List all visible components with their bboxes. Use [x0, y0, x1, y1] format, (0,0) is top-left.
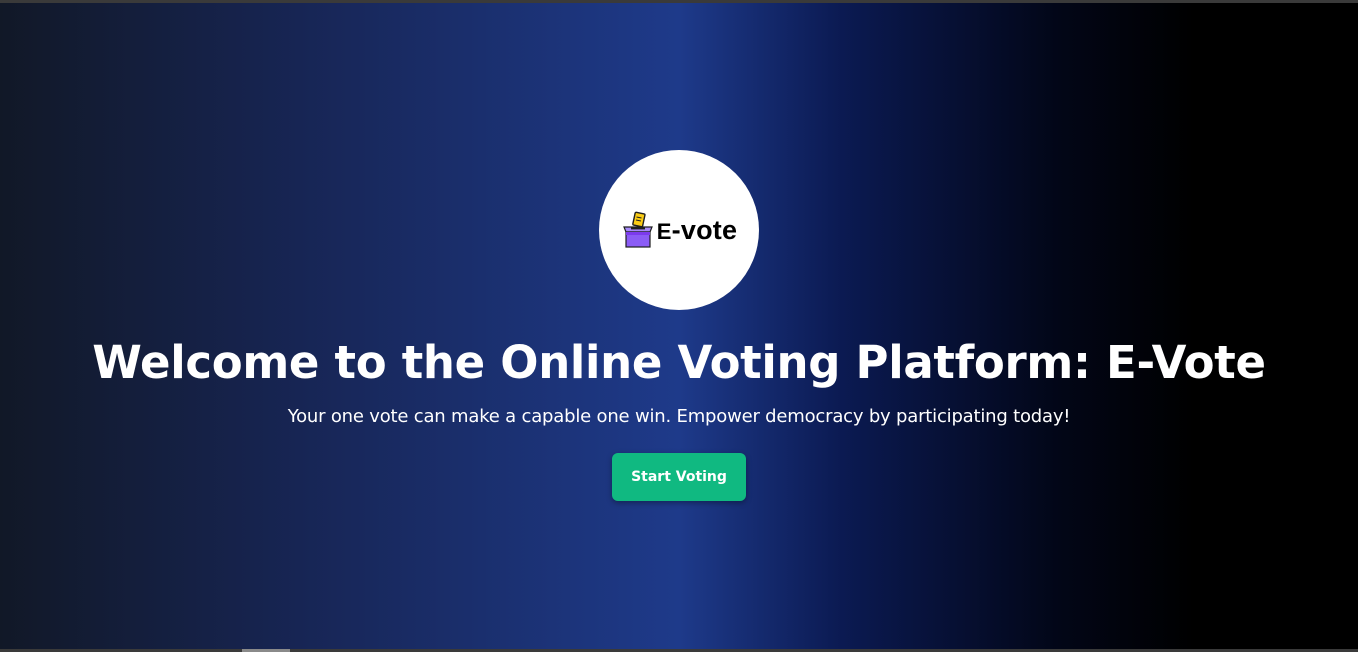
page-subtitle: Your one vote can make a capable one win… [287, 406, 1071, 427]
hero-section [0, 3, 1358, 649]
ballot-box-icon [622, 211, 653, 248]
start-voting-button[interactable]: Start Voting [612, 453, 746, 501]
logo: E-vote [621, 211, 737, 249]
logo-text-suffix: -vote [671, 214, 738, 245]
logo-badge: E-vote [599, 150, 759, 310]
logo-text-prefix: E [656, 218, 672, 244]
logo-text: E-vote [657, 215, 737, 246]
page-title: Welcome to the Online Voting Platform: E… [92, 336, 1266, 389]
